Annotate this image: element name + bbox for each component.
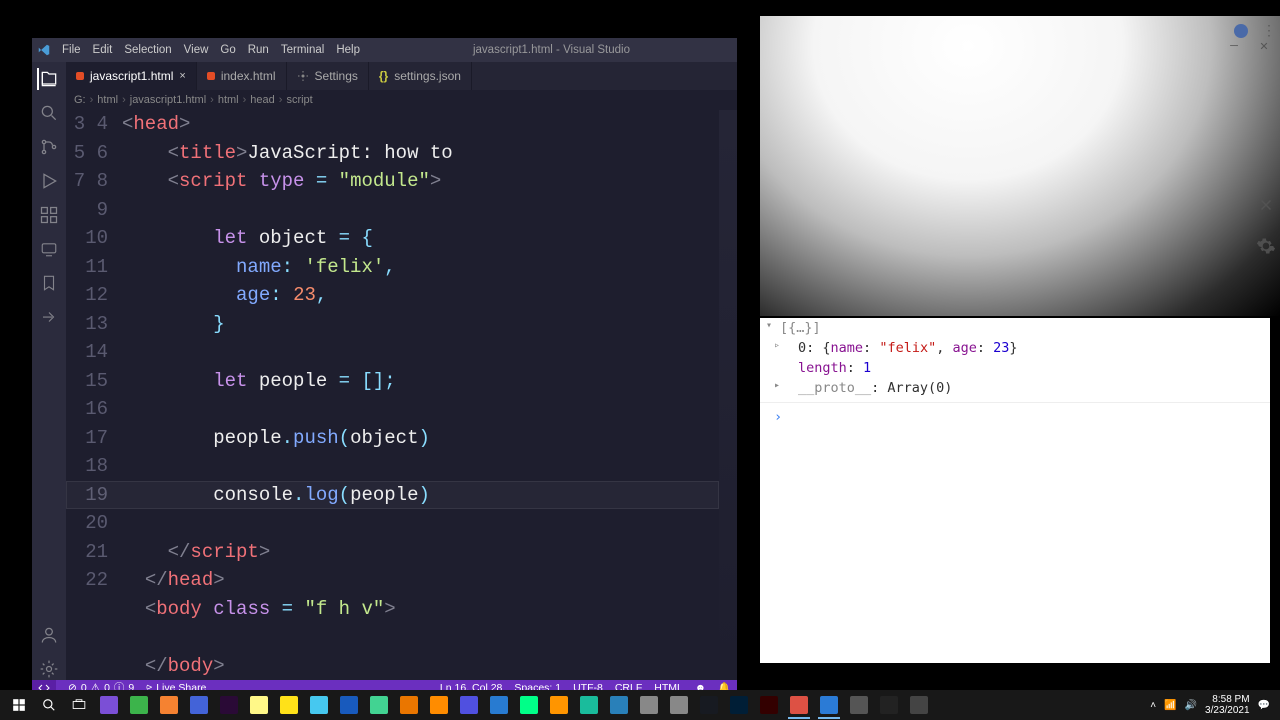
console-array-summary[interactable]: [{…}] [780, 320, 821, 336]
breadcrumb-item[interactable]: G: [74, 94, 86, 106]
taskbar-app7-icon[interactable] [424, 691, 454, 719]
taskbar-blender-icon[interactable] [394, 691, 424, 719]
console-object-row[interactable]: ▹0: {name: "felix", age: 23} [760, 338, 1270, 358]
profile-avatar[interactable] [1234, 24, 1248, 38]
taskbar-app14-icon[interactable] [844, 691, 874, 719]
taskbar-ai-icon[interactable] [754, 691, 784, 719]
taskbar-terminal-icon[interactable] [874, 691, 904, 719]
window-controls: ─ ✕ [1220, 38, 1278, 54]
breadcrumb-item[interactable]: head [250, 94, 274, 106]
breadcrumb-item[interactable]: script [286, 94, 312, 106]
remote-icon[interactable] [38, 238, 60, 260]
breadcrumb-item[interactable]: html [97, 94, 118, 106]
kebab-menu-icon[interactable]: ⋮ [1262, 22, 1276, 39]
tab-index-html[interactable]: index.html [197, 62, 287, 90]
menu-edit[interactable]: Edit [87, 44, 119, 56]
search-icon[interactable] [38, 102, 60, 124]
menu-view[interactable]: View [178, 44, 215, 56]
taskbar-app11-icon[interactable] [604, 691, 634, 719]
explorer-icon[interactable] [37, 68, 59, 90]
minimap[interactable] [719, 110, 737, 680]
window-title: javascript1.html - Visual Studio [366, 44, 737, 56]
taskbar-app8-icon[interactable] [454, 691, 484, 719]
taskbar-premiere-icon[interactable] [214, 691, 244, 719]
settings-icon[interactable] [38, 658, 60, 680]
bookmark-icon[interactable] [38, 272, 60, 294]
editor-group: javascript1.html×index.htmlSettings{}set… [66, 62, 737, 680]
taskbar-vscode-icon[interactable] [814, 691, 844, 719]
windows-taskbar: ˄ 📶 🔊 8:58 PM3/23/2021 💬 [0, 690, 1280, 720]
tab-close-icon[interactable]: × [179, 70, 185, 82]
title-bar: FileEditSelectionViewGoRunTerminalHelp j… [32, 38, 737, 62]
liveshare-icon[interactable] [38, 306, 60, 328]
taskbar-app2-icon[interactable] [124, 691, 154, 719]
breadcrumb-item[interactable]: html [218, 94, 239, 106]
activity-bar [32, 62, 66, 680]
taskbar-app5-icon[interactable] [304, 691, 334, 719]
taskbar-steam-icon[interactable] [694, 691, 724, 719]
tray-network-icon[interactable]: 📶 [1164, 700, 1176, 711]
minimize-button[interactable]: ─ [1220, 38, 1248, 54]
debug-icon[interactable] [38, 170, 60, 192]
code-content[interactable]: <head> <title>JavaScript: how to <script… [122, 110, 737, 680]
taskbar-app9-icon[interactable] [484, 691, 514, 719]
close-panel-icon[interactable] [1257, 196, 1275, 214]
taskbar-cursor-icon[interactable] [244, 691, 274, 719]
tab-javascript1-html[interactable]: javascript1.html× [66, 62, 197, 90]
console-object-row[interactable]: length: 1 [760, 358, 1270, 378]
vscode-window: FileEditSelectionViewGoRunTerminalHelp j… [32, 38, 737, 653]
settings-gear-icon[interactable] [1256, 236, 1276, 256]
tab-settings-json[interactable]: {}settings.json [369, 62, 472, 90]
taskbar-word-icon[interactable] [334, 691, 364, 719]
system-tray[interactable]: ˄ 📶 🔊 8:58 PM3/23/2021 💬 [1150, 694, 1276, 716]
taskbar-app12-icon[interactable] [634, 691, 664, 719]
menu-help[interactable]: Help [330, 44, 366, 56]
taskbar-app6-icon[interactable] [364, 691, 394, 719]
taskbar-app15-icon[interactable] [904, 691, 934, 719]
taskbar-ps-icon[interactable] [724, 691, 754, 719]
console-object-row[interactable]: ▸__proto__: Array(0) [760, 378, 1270, 398]
taskbar-app10-icon[interactable] [574, 691, 604, 719]
menu-go[interactable]: Go [214, 44, 241, 56]
tab-settings[interactable]: Settings [287, 62, 369, 90]
browser-overlay: ─ ✕ ⋮ [760, 16, 1280, 316]
breadcrumb-item[interactable]: javascript1.html [130, 94, 206, 106]
taskbar-edge-icon[interactable] [514, 691, 544, 719]
console-prompt-icon: › [774, 409, 782, 425]
menu-terminal[interactable]: Terminal [275, 44, 330, 56]
line-gutter: 3 4 5 6 7 8 9 10 11 12 13 14 15 16 17 18… [66, 110, 122, 680]
taskbar-search-icon[interactable] [34, 691, 64, 719]
menu-selection[interactable]: Selection [118, 44, 177, 56]
vscode-logo-icon [32, 38, 56, 62]
clock[interactable]: 8:58 PM3/23/2021 [1205, 694, 1250, 716]
taskbar-start-icon[interactable] [4, 691, 34, 719]
menu-run[interactable]: Run [242, 44, 275, 56]
source-control-icon[interactable] [38, 136, 60, 158]
tab-bar: javascript1.html×index.htmlSettings{}set… [66, 62, 737, 90]
tray-volume-icon[interactable]: 🔊 [1185, 700, 1197, 711]
taskbar-app1-icon[interactable] [94, 691, 124, 719]
tray-chevron-icon[interactable]: ˄ [1150, 700, 1156, 711]
taskbar-app13-icon[interactable] [664, 691, 694, 719]
menu-file[interactable]: File [56, 44, 87, 56]
taskbar-folder-icon[interactable] [274, 691, 304, 719]
account-icon[interactable] [38, 624, 60, 646]
taskbar-firefox-icon[interactable] [544, 691, 574, 719]
taskbar-app3-icon[interactable] [154, 691, 184, 719]
menu-bar: FileEditSelectionViewGoRunTerminalHelp [56, 44, 366, 56]
close-button[interactable]: ✕ [1250, 38, 1278, 54]
taskbar-app4-icon[interactable] [184, 691, 214, 719]
taskbar-chrome-icon[interactable] [784, 691, 814, 719]
extensions-icon[interactable] [38, 204, 60, 226]
breadcrumb[interactable]: G:›html›javascript1.html›html›head›scrip… [66, 90, 737, 110]
devtools-console[interactable]: ▾[{…}] ▹0: {name: "felix", age: 23}lengt… [760, 318, 1270, 663]
tray-notification-icon[interactable]: 💬 [1258, 700, 1270, 711]
code-editor[interactable]: 3 4 5 6 7 8 9 10 11 12 13 14 15 16 17 18… [66, 110, 737, 680]
taskbar-taskview-icon[interactable] [64, 691, 94, 719]
